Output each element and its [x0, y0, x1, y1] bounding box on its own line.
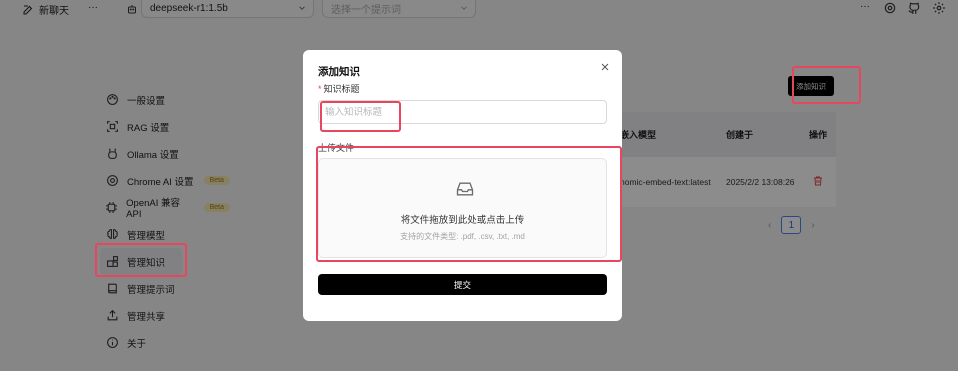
- dropzone-supported-types: 支持的文件类型: .pdf, .csv, .txt, .md: [400, 232, 525, 241]
- title-field-label-text: 知识标题: [323, 84, 360, 94]
- title-field-label: * 知识标题: [318, 82, 360, 95]
- modal-title: 添加知识: [318, 66, 360, 78]
- upload-field-label: 上传文件: [318, 143, 355, 153]
- required-mark: *: [318, 84, 322, 94]
- inbox-icon: [456, 182, 474, 196]
- close-icon[interactable]: [599, 61, 611, 73]
- knowledge-title-input[interactable]: [318, 100, 607, 124]
- dropzone-main-text: 将文件拖放到此处或点击上传: [400, 215, 525, 226]
- add-knowledge-modal: 添加知识 *知识标题 上传文件 将文件拖放到此处或点击上传 支持的文件类型: .…: [303, 50, 622, 321]
- submit-button[interactable]: 提交: [318, 274, 607, 295]
- file-dropzone[interactable]: 将文件拖放到此处或点击上传 支持的文件类型: .pdf, .csv, .txt,…: [318, 158, 607, 258]
